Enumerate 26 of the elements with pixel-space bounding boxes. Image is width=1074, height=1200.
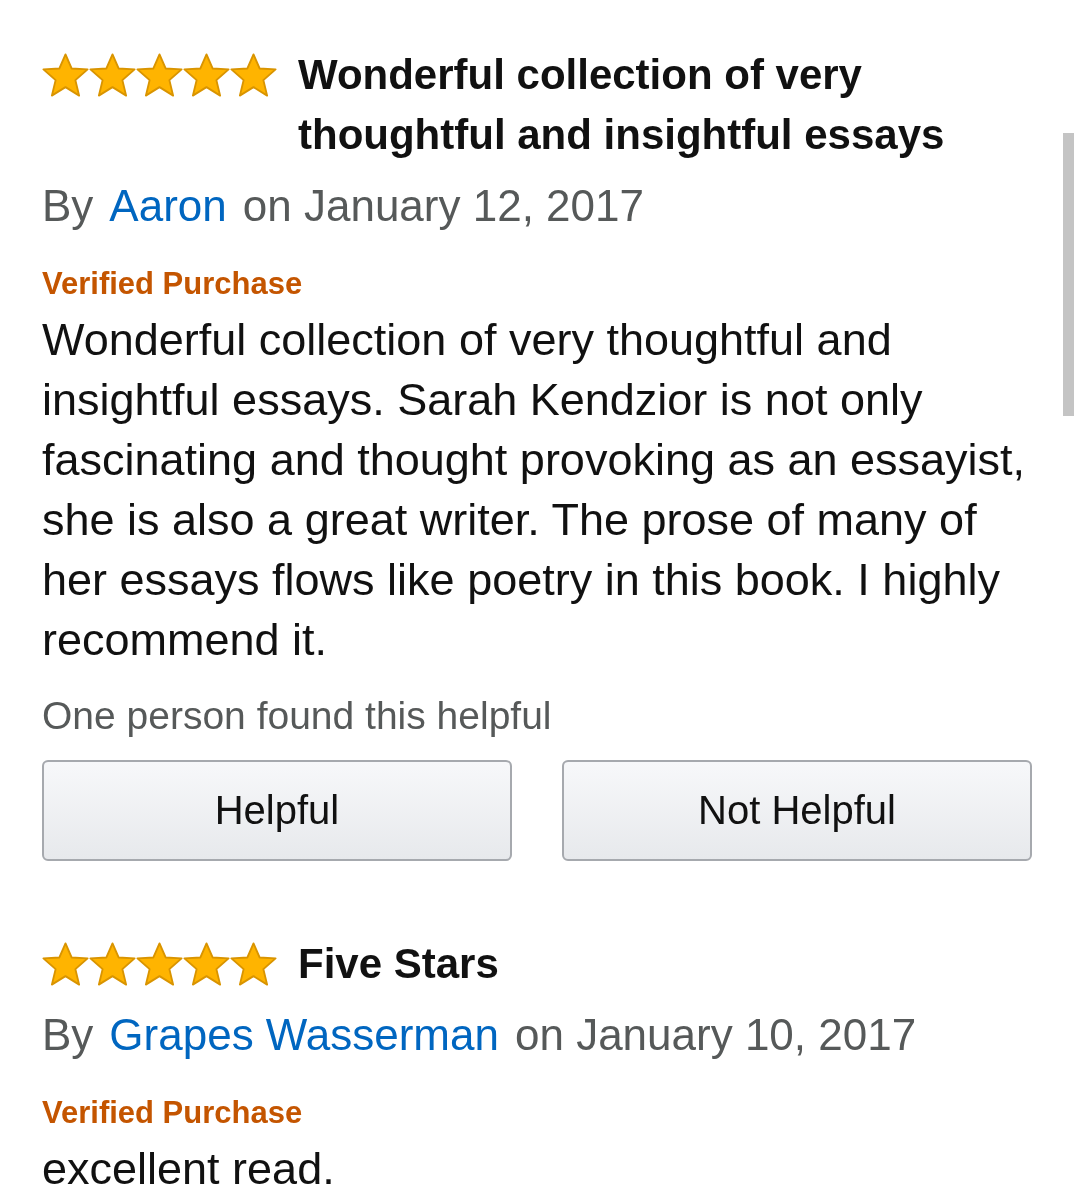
- author-link[interactable]: Aaron: [109, 181, 227, 231]
- star-icon: [136, 53, 183, 97]
- star-icon: [230, 942, 277, 986]
- not-helpful-button[interactable]: Not Helpful: [562, 760, 1032, 861]
- verified-purchase-label: Verified Purchase: [42, 1095, 303, 1131]
- star-icon: [42, 53, 89, 97]
- star-icon: [89, 942, 136, 986]
- review-title: Five Stars: [298, 939, 499, 989]
- star-icon: [230, 53, 277, 97]
- star-icon: [42, 942, 89, 986]
- by-label: By: [42, 181, 94, 231]
- star-icon: [183, 53, 230, 97]
- review-date: on January 10, 2017: [514, 1010, 917, 1060]
- helpful-count: One person found this helpful: [42, 693, 552, 739]
- star-icon: [136, 942, 183, 986]
- star-icon: [183, 942, 230, 986]
- review-date: on January 12, 2017: [242, 181, 644, 231]
- helpful-button[interactable]: Helpful: [42, 760, 512, 861]
- scrollbar-thumb[interactable]: [1063, 133, 1074, 416]
- verified-purchase-label: Verified Purchase: [42, 266, 303, 302]
- author-link[interactable]: Grapes Wasserman: [109, 1010, 499, 1060]
- review-text: Wonderful collection of very thoughtful and insightful essays. Sarah Kendzior is not only fascinating and thought provoking as an essayist, she is also a great writer. The prose of many of her essays flows like poetry in this book. I highly recommend it.: [42, 313, 1027, 667]
- review-text: excellent read.: [42, 1142, 336, 1196]
- star-icon: [89, 53, 136, 97]
- by-label: By: [42, 1010, 94, 1060]
- review-title: Wonderful collection of very thoughtful and insightful essays: [298, 50, 946, 160]
